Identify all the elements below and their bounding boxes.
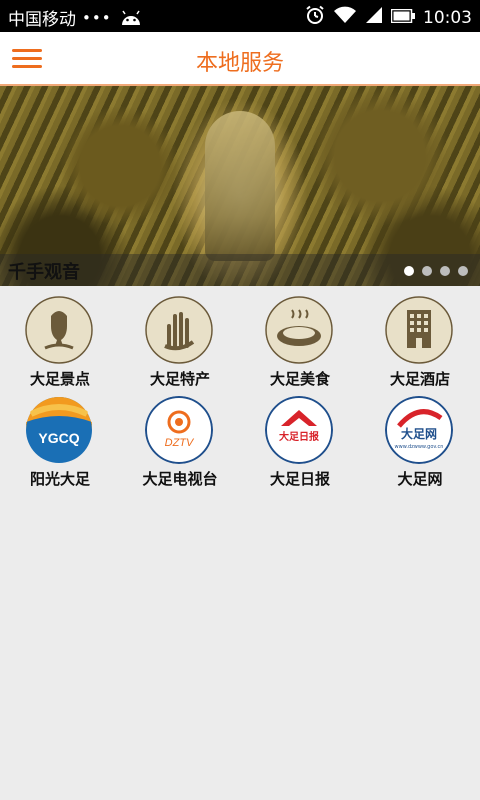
status-left: 中国移动 ••• xyxy=(8,5,142,30)
status-time: 10:03 xyxy=(423,7,472,28)
carousel-indicator xyxy=(404,266,468,276)
grid-item-label: 大足日报 xyxy=(269,470,330,488)
battery-icon xyxy=(390,8,415,28)
grid-item-label: 大足特产 xyxy=(149,370,210,388)
grid-item-label: 大足酒店 xyxy=(389,370,450,388)
carousel-dot-4[interactable] xyxy=(458,266,468,276)
daily-news-logo: 大足日报 xyxy=(265,396,333,464)
status-right: 10:03 xyxy=(305,5,472,30)
grid-item-dztv[interactable]: DZTV 大足电视台 xyxy=(120,396,240,496)
ygcq-logo: YGCQ xyxy=(25,396,93,464)
grid-item-scenic[interactable]: 大足景点 xyxy=(0,296,120,396)
status-bar: 中国移动 ••• 10:03 xyxy=(0,0,480,32)
banner-caption: 千手观音 xyxy=(8,262,80,283)
banner-caption-bar: 千手观音 xyxy=(0,254,480,286)
buddha-head-icon xyxy=(25,296,93,364)
grid-item-food[interactable]: 大足美食 xyxy=(240,296,360,396)
grid-item-hotel[interactable]: 大足酒店 xyxy=(360,296,480,396)
ygcq-logo-text: YGCQ xyxy=(38,430,79,446)
carrier-name: 中国移动 xyxy=(8,10,76,30)
grid-item-label: 大足景点 xyxy=(29,370,90,388)
grid-item-daily[interactable]: 大足日报 大足日报 xyxy=(240,396,360,496)
carousel-dot-3[interactable] xyxy=(440,266,450,276)
signal-icon xyxy=(365,6,383,29)
carousel-dot-2[interactable] xyxy=(422,266,432,276)
hotel-building-icon xyxy=(385,296,453,364)
grid-item-dazu-net[interactable]: 大足网 www.dzwww.gov.cn 大足网 xyxy=(360,396,480,496)
app-bar: 本地服务 xyxy=(0,32,480,86)
grid-item-label: 大足美食 xyxy=(269,370,330,388)
banner-carousel[interactable]: 千手观音 xyxy=(0,86,480,286)
dazu-net-logo-text: 大足网 xyxy=(401,426,437,441)
dztv-logo-text: DZTV xyxy=(165,437,195,449)
alarm-icon xyxy=(305,5,325,30)
notification-dots: ••• xyxy=(82,8,112,27)
grid-item-label: 大足电视台 xyxy=(142,470,218,488)
page-title: 本地服务 xyxy=(195,51,284,76)
hand-plant-icon xyxy=(145,296,213,364)
wifi-icon xyxy=(333,6,357,29)
grid-item-specialty[interactable]: 大足特产 xyxy=(120,296,240,396)
food-bowl-icon xyxy=(265,296,333,364)
dazu-net-logo: 大足网 www.dzwww.gov.cn xyxy=(385,396,453,464)
daily-news-logo-text: 大足日报 xyxy=(279,430,319,443)
dazu-net-logo-subtext: www.dzwww.gov.cn xyxy=(395,444,444,450)
android-icon xyxy=(120,10,142,26)
dztv-logo: DZTV xyxy=(145,396,213,464)
grid-item-ygcq[interactable]: YGCQ 阳光大足 xyxy=(0,396,120,496)
grid-item-label: 阳光大足 xyxy=(29,470,90,488)
grid-item-label: 大足网 xyxy=(397,470,443,488)
banner-image-figure xyxy=(205,111,275,261)
carousel-dot-1[interactable] xyxy=(404,266,414,276)
